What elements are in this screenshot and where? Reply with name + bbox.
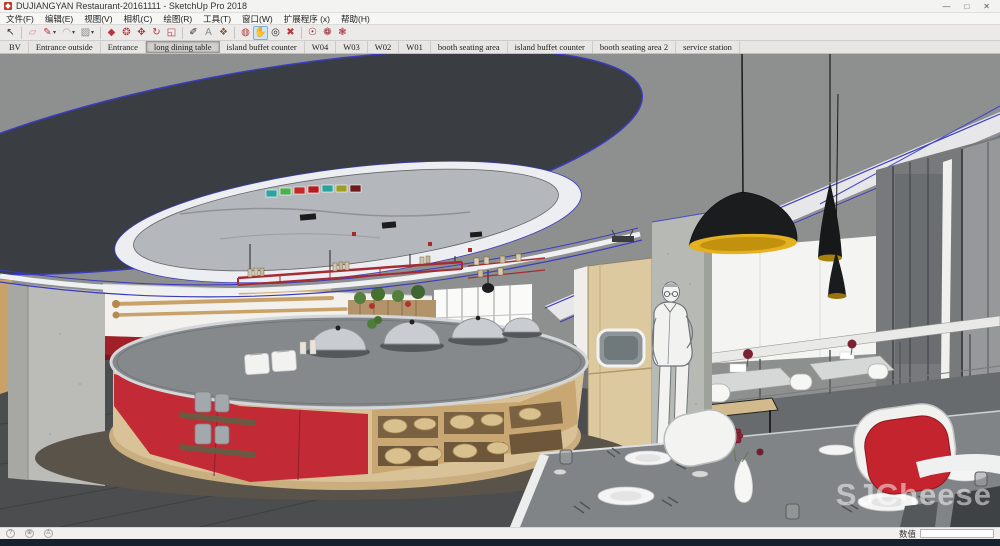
scene-tab-entrance-outside[interactable]: Entrance outside <box>29 41 101 53</box>
bottom-strip <box>0 539 1000 546</box>
viewport[interactable]: SJCheese <box>0 54 1000 527</box>
scene-tab-w01[interactable]: W01 <box>399 41 431 53</box>
follow-me-tool-icon[interactable]: ❂ <box>119 26 134 40</box>
text-tool-icon[interactable]: A <box>201 26 216 40</box>
scene-tabs-bar: BV Entrance outside Entrance long dining… <box>0 41 1000 54</box>
pan-tool-icon[interactable]: ✋ <box>253 26 268 40</box>
menu-bar: 文件(F) 编辑(E) 视图(V) 相机(C) 绘图(R) 工具(T) 窗口(W… <box>0 13 1000 25</box>
sketchup-window: DUJIANGYAN Restaurant-20161111 - SketchU… <box>0 0 1000 546</box>
scene-tab-service-station[interactable]: service station <box>676 41 740 53</box>
watermark: SJCheese <box>836 477 992 513</box>
maximize-button[interactable]: □ <box>964 0 969 13</box>
scale-tool-icon[interactable]: ◱ <box>164 26 179 40</box>
toolbar: ↖ ▱ ✎ ▾ ◠ ▾ ▧ ▾ ◆ ❂ ✥ ↻ ◱ ✐ A ❖ ◍ ✋ ◎ ✖ … <box>0 25 1000 41</box>
menu-help[interactable]: 帮助(H) <box>341 13 370 25</box>
model-scene <box>0 54 1000 527</box>
close-button[interactable]: ✕ <box>983 0 990 13</box>
zoom-tool-icon[interactable]: ◎ <box>268 26 283 40</box>
measurements-input[interactable] <box>920 529 994 538</box>
orbit-tool-icon[interactable]: ◍ <box>238 26 253 40</box>
scene-tab-entrance[interactable]: Entrance <box>101 41 146 53</box>
menu-draw[interactable]: 绘图(R) <box>163 13 192 25</box>
scene-tab-booth-seating-area[interactable]: booth seating area <box>431 41 508 53</box>
measurements-label: 数值 <box>899 528 916 540</box>
menu-file[interactable]: 文件(F) <box>6 13 34 25</box>
help-icon[interactable]: ? <box>6 529 15 538</box>
scene-tab-island-buffet-counter-2[interactable]: island buffet counter <box>508 41 593 53</box>
rectangle-dropdown-caret-icon[interactable]: ▾ <box>91 29 97 36</box>
scene-tab-w02[interactable]: W02 <box>368 41 400 53</box>
scene-tab-long-dining-table[interactable]: long dining table <box>146 41 220 53</box>
minimize-button[interactable]: — <box>942 0 950 13</box>
scene-tab-island-buffet-counter[interactable]: island buffet counter <box>220 41 305 53</box>
look-around-tool-icon[interactable]: ❁ <box>320 26 335 40</box>
credits-icon[interactable]: ♙ <box>44 529 53 538</box>
paint-bucket-tool-icon[interactable]: ❖ <box>216 26 231 40</box>
sketchup-logo-icon <box>4 2 12 10</box>
scene-tab-booth-seating-area-2[interactable]: booth seating area 2 <box>593 41 676 53</box>
title-bar: DUJIANGYAN Restaurant-20161111 - SketchU… <box>0 0 1000 13</box>
status-bar: ? ⊕ ♙ 数值 <box>0 527 1000 539</box>
window-title: DUJIANGYAN Restaurant-20161111 - SketchU… <box>16 1 247 11</box>
eraser-tool-icon[interactable]: ▱ <box>25 26 40 40</box>
position-camera-tool-icon[interactable]: ☉ <box>305 26 320 40</box>
walk-tool-icon[interactable]: ❃ <box>335 26 350 40</box>
push-pull-tool-icon[interactable]: ◆ <box>104 26 119 40</box>
geolocation-icon[interactable]: ⊕ <box>25 529 34 538</box>
menu-camera[interactable]: 相机(C) <box>124 13 153 25</box>
menu-extensions[interactable]: 扩展程序 (x) <box>284 13 330 25</box>
menu-edit[interactable]: 编辑(E) <box>45 13 73 25</box>
menu-tools[interactable]: 工具(T) <box>203 13 231 25</box>
menu-window[interactable]: 窗口(W) <box>242 13 273 25</box>
scene-tab-bv[interactable]: BV <box>2 41 29 53</box>
menu-view[interactable]: 视图(V) <box>84 13 112 25</box>
rotate-tool-icon[interactable]: ↻ <box>149 26 164 40</box>
scene-tab-w04[interactable]: W04 <box>305 41 337 53</box>
zoom-extents-tool-icon[interactable]: ✖ <box>283 26 298 40</box>
scene-tab-w03[interactable]: W03 <box>336 41 368 53</box>
tape-measure-tool-icon[interactable]: ✐ <box>186 26 201 40</box>
select-tool-icon[interactable]: ↖ <box>3 26 18 40</box>
move-tool-icon[interactable]: ✥ <box>134 26 149 40</box>
